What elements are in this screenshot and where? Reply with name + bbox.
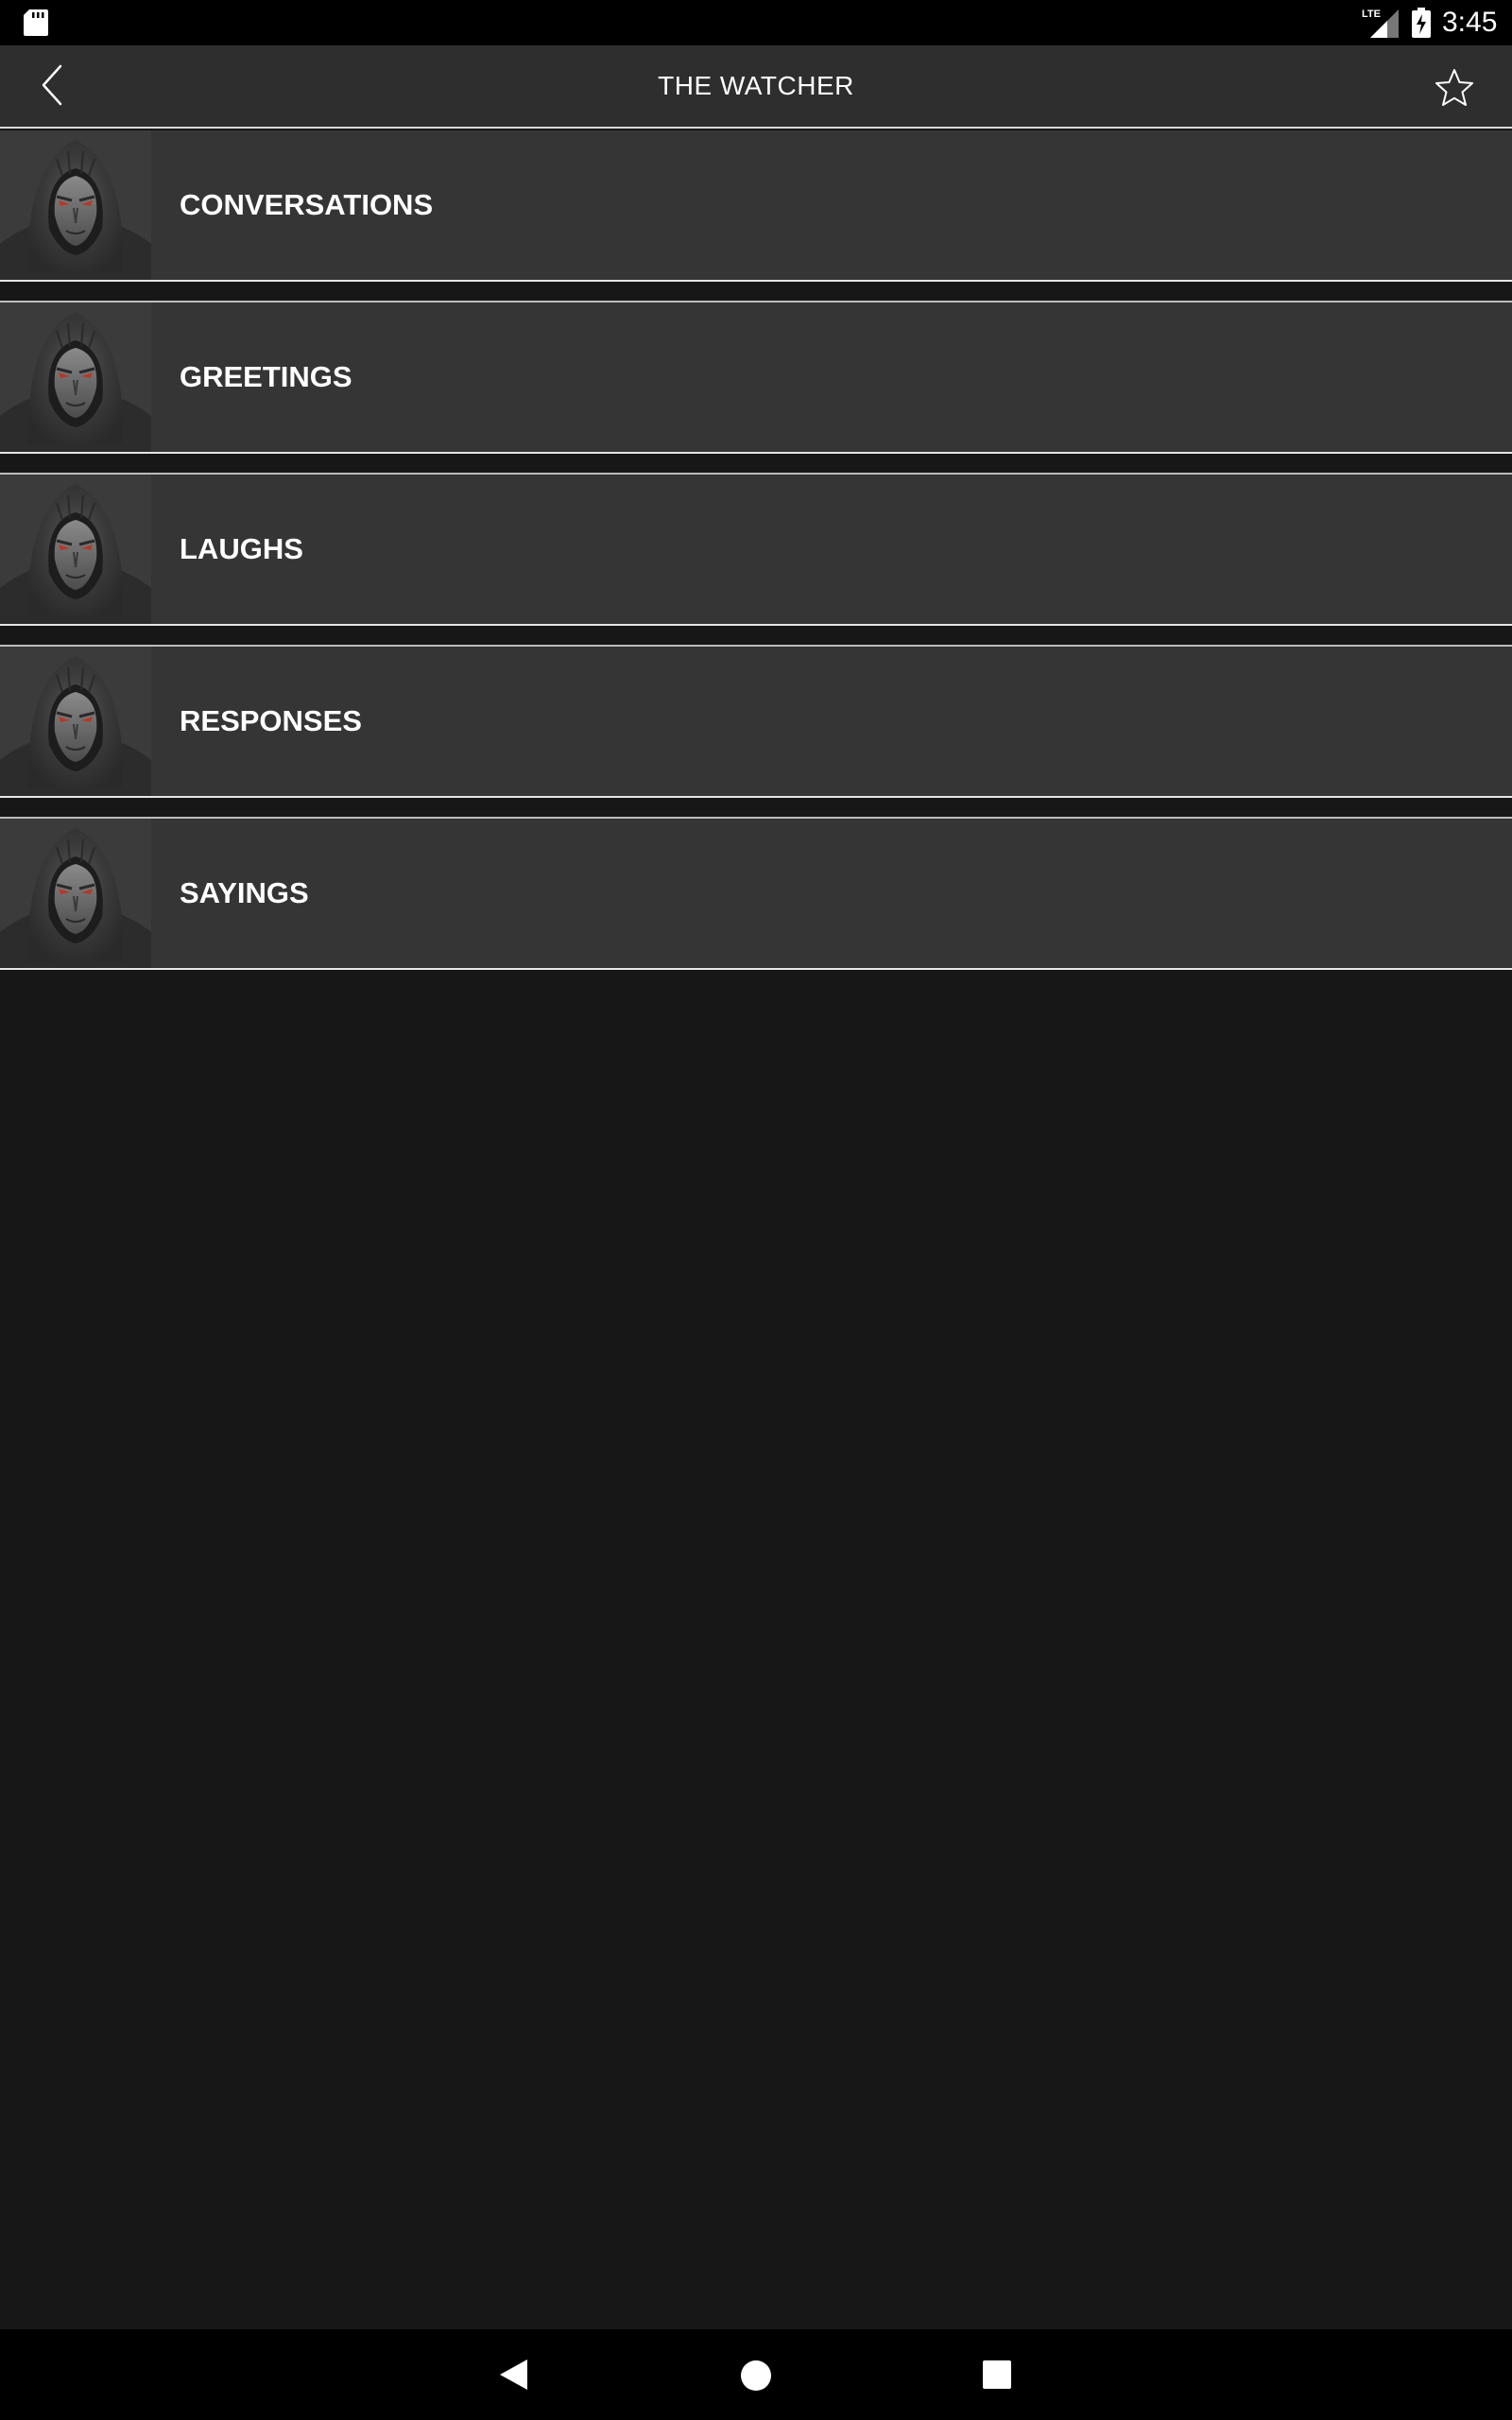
list-item-label: LAUGHS bbox=[180, 532, 303, 565]
list-item-label: SAYINGS bbox=[180, 876, 309, 909]
divider bbox=[0, 452, 1512, 454]
hooded-figure-image bbox=[0, 302, 151, 452]
hooded-figure-image bbox=[0, 819, 151, 968]
battery-charging-icon bbox=[1412, 8, 1431, 38]
hooded-figure-image bbox=[0, 475, 151, 624]
hooded-figure-image bbox=[0, 647, 151, 796]
divider bbox=[0, 624, 1512, 626]
lte-signal-icon: LTE bbox=[1362, 9, 1399, 38]
sd-card-icon bbox=[24, 9, 48, 36]
divider bbox=[0, 796, 1512, 798]
system-nav-bar bbox=[0, 2329, 1512, 2420]
favorite-button[interactable] bbox=[1431, 64, 1478, 112]
list-item-laughs[interactable]: LAUGHS bbox=[0, 473, 1512, 626]
hooded-figure-image bbox=[0, 130, 151, 280]
chevron-left-icon bbox=[42, 64, 62, 106]
list-item-conversations[interactable]: CONVERSATIONS bbox=[0, 130, 1512, 282]
list-item-greetings[interactable]: GREETINGS bbox=[0, 301, 1512, 454]
category-list: CONVERSATIONS GREETINGS LAUGHS RESPONSES… bbox=[0, 129, 1512, 2329]
divider bbox=[0, 280, 1512, 282]
nav-back-icon[interactable] bbox=[497, 2358, 529, 2392]
nav-recents-icon[interactable] bbox=[983, 2360, 1011, 2389]
list-item-label: CONVERSATIONS bbox=[180, 188, 434, 221]
toolbar: THE WATCHER bbox=[0, 45, 1512, 127]
page-title: THE WATCHER bbox=[658, 71, 854, 100]
list-item-responses[interactable]: RESPONSES bbox=[0, 645, 1512, 798]
star-outline-icon bbox=[1435, 69, 1473, 106]
divider bbox=[0, 968, 1512, 970]
status-bar: LTE 3:45 bbox=[0, 0, 1512, 45]
status-time: 3:45 bbox=[1442, 7, 1498, 38]
list-item-label: RESPONSES bbox=[180, 704, 362, 737]
nav-home-icon[interactable] bbox=[740, 2360, 772, 2392]
list-item-label: GREETINGS bbox=[180, 360, 352, 393]
back-button[interactable] bbox=[28, 60, 77, 110]
list-item-sayings[interactable]: SAYINGS bbox=[0, 817, 1512, 970]
network-label: LTE bbox=[1362, 9, 1381, 20]
